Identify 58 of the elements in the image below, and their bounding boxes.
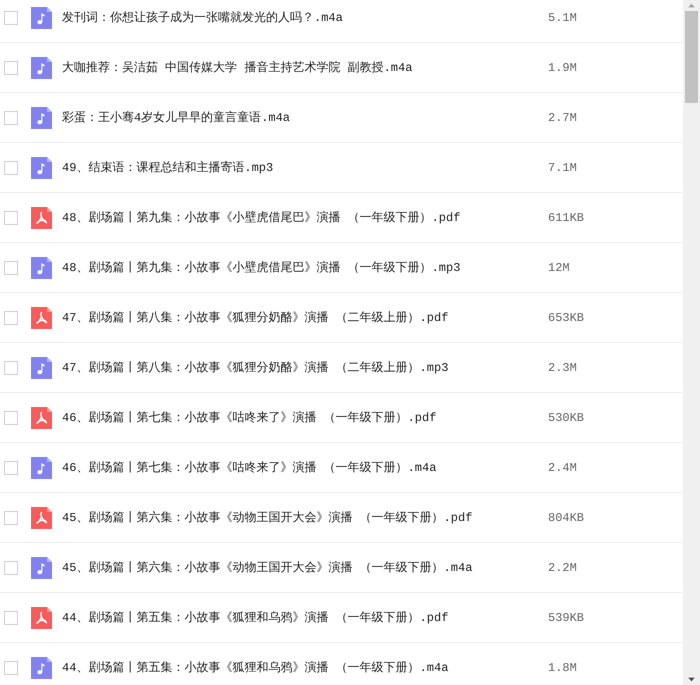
file-size: 1.9M	[548, 60, 578, 74]
checkbox[interactable]	[4, 210, 18, 224]
file-size: 2.4M	[548, 460, 578, 474]
file-size: 2.3M	[548, 360, 578, 374]
file-size: 1.8M	[548, 660, 578, 674]
checkbox[interactable]	[4, 260, 18, 274]
file-name[interactable]: 46、剧场篇丨第七集：小故事《咕咚来了》演播 （一年级下册）.m4a	[62, 459, 548, 476]
file-size: 2.7M	[548, 110, 578, 124]
file-name[interactable]: 45、剧场篇丨第六集：小故事《动物王国开大会》演播 （一年级下册）.pdf	[62, 509, 548, 526]
file-size: 653KB	[548, 310, 586, 324]
file-size: 5.1M	[548, 10, 578, 24]
checkbox[interactable]	[4, 560, 18, 574]
file-name[interactable]: 44、剧场篇丨第五集：小故事《狐狸和乌鸦》演播 （一年级下册）.m4a	[62, 659, 548, 676]
music-file-icon	[31, 356, 52, 378]
file-name[interactable]: 48、剧场篇丨第九集：小故事《小壁虎借尾巴》演播 （一年级下册）.mp3	[62, 259, 548, 276]
pdf-file-icon	[31, 406, 52, 428]
file-size: 12M	[548, 260, 571, 274]
file-size: 611KB	[548, 210, 586, 224]
music-file-icon	[31, 256, 52, 278]
checkbox[interactable]	[4, 460, 18, 474]
music-file-icon	[31, 156, 52, 178]
checkbox[interactable]	[4, 110, 18, 124]
checkbox[interactable]	[4, 160, 18, 174]
checkbox[interactable]	[4, 510, 18, 524]
pdf-file-icon	[31, 306, 52, 328]
file-name[interactable]: 47、剧场篇丨第八集：小故事《狐狸分奶酪》演播 （二年级上册）.pdf	[62, 309, 548, 326]
checkbox[interactable]	[4, 60, 18, 74]
file-name[interactable]: 48、剧场篇丨第九集：小故事《小壁虎借尾巴》演播 （一年级下册）.pdf	[62, 209, 548, 226]
file-name[interactable]: 44、剧场篇丨第五集：小故事《狐狸和乌鸦》演播 （一年级下册）.pdf	[62, 609, 548, 626]
music-file-icon	[31, 106, 52, 128]
file-size: 530KB	[548, 410, 586, 424]
file-size: 804KB	[548, 510, 586, 524]
file-size: 539KB	[548, 610, 586, 624]
file-name[interactable]: 46、剧场篇丨第七集：小故事《咕咚来了》演播 （一年级下册）.pdf	[62, 409, 548, 426]
file-name[interactable]: 47、剧场篇丨第八集：小故事《狐狸分奶酪》演播 （二年级上册）.mp3	[62, 359, 548, 376]
checkbox[interactable]	[4, 10, 18, 24]
file-name[interactable]: 49、结束语：课程总结和主播寄语.mp3	[62, 159, 548, 176]
music-file-icon	[31, 6, 52, 28]
music-file-icon	[31, 656, 52, 678]
file-name[interactable]: 45、剧场篇丨第六集：小故事《动物王国开大会》演播 （一年级下册）.m4a	[62, 559, 548, 576]
music-file-icon	[31, 556, 52, 578]
file-name[interactable]: 彩蛋：王小骞4岁女儿早早的童言童语.m4a	[62, 109, 548, 126]
file-name[interactable]: 发刊词：你想让孩子成为一张嘴就发光的人吗？.m4a	[62, 9, 548, 26]
file-size: 7.1M	[548, 160, 578, 174]
checkbox[interactable]	[4, 360, 18, 374]
checkbox[interactable]	[4, 410, 18, 424]
checkbox[interactable]	[4, 660, 18, 674]
file-name[interactable]: 大咖推荐：吴洁茹 中国传媒大学 播音主持艺术学院 副教授.m4a	[62, 59, 548, 76]
pdf-file-icon	[31, 506, 52, 528]
file-size: 2.2M	[548, 560, 578, 574]
music-file-icon	[31, 56, 52, 78]
scrollbar-track[interactable]	[683, 0, 700, 685]
scrollbar-thumb[interactable]	[685, 11, 698, 103]
music-file-icon	[31, 456, 52, 478]
pdf-file-icon	[31, 606, 52, 628]
pdf-file-icon	[31, 206, 52, 228]
checkbox[interactable]	[4, 610, 18, 624]
checkbox[interactable]	[4, 310, 18, 324]
